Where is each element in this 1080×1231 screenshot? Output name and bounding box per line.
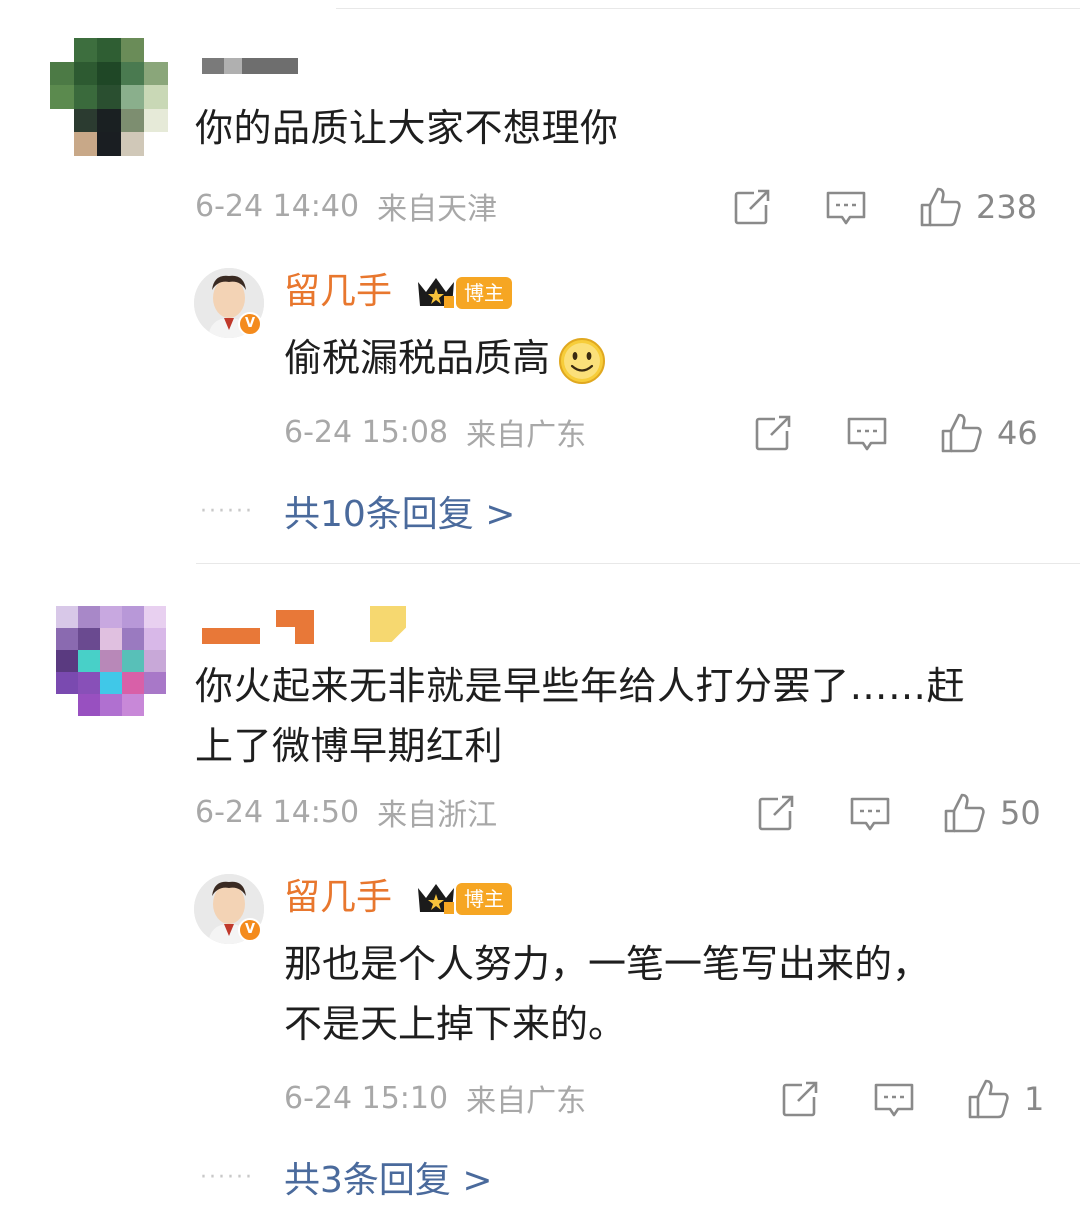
top-divider <box>336 8 1080 9</box>
thumbs-up-icon[interactable] <box>918 185 962 229</box>
verified-v-icon: V <box>238 312 262 336</box>
comment-actions: 50 <box>754 788 1041 838</box>
reply-meta: 6-24 15:10 来自广东 <box>284 1076 586 1120</box>
crown-icon <box>418 278 454 308</box>
more-replies: ······ 共3条回复 > <box>200 1152 493 1202</box>
comment-icon[interactable] <box>845 411 889 455</box>
reply-text-line: 不是天上掉下来的。 <box>284 1002 627 1046</box>
repost-icon[interactable] <box>778 1077 822 1121</box>
reply-text: 偷税漏税品质高 <box>284 328 606 388</box>
repost-icon[interactable] <box>754 791 798 835</box>
comment-text-line: 上了微博早期红利 <box>195 724 504 768</box>
reply-actions: 1 <box>778 1074 1044 1124</box>
host-badge: 博主 <box>456 883 512 915</box>
comment-location: 来自天津 <box>377 192 498 227</box>
comment-text: 你的品质让大家不想理你 <box>195 106 619 150</box>
more-replies-link[interactable]: 共10条回复 > <box>284 485 515 537</box>
like-count: 238 <box>976 188 1038 226</box>
reply-text: 那也是个人努力，一笔一笔写出来的， 不是天上掉下来的。 <box>284 934 930 1054</box>
commenter-name-redacted-blocks <box>202 628 260 644</box>
smile-emoji-icon <box>559 337 606 384</box>
commenter-name-redacted[interactable] <box>202 58 298 74</box>
comment-text: 你火起来无非就是早些年给人打分罢了……赶 上了微博早期红利 <box>195 656 965 776</box>
comment-meta: 6-24 14:50 来自浙江 <box>195 790 497 834</box>
comment-text-line: 你火起来无非就是早些年给人打分罢了……赶 <box>195 664 966 708</box>
reply-location: 来自广东 <box>466 418 587 453</box>
dots-separator: ······ <box>200 498 254 524</box>
commenter-name-redacted-blocks <box>370 606 406 642</box>
thread-divider <box>196 563 1080 564</box>
like-count: 1 <box>1024 1080 1045 1118</box>
comment-icon[interactable] <box>872 1077 916 1121</box>
comment-time: 6-24 14:40 <box>195 188 360 224</box>
comment-location: 来自浙江 <box>377 798 498 833</box>
comment-icon[interactable] <box>824 185 868 229</box>
repost-icon[interactable] <box>730 185 774 229</box>
reply-time: 6-24 15:10 <box>284 1080 449 1116</box>
reply-location: 来自广东 <box>466 1084 587 1119</box>
reply-actions: 46 <box>751 408 1038 458</box>
comment-time: 6-24 14:50 <box>195 794 360 830</box>
comment-icon[interactable] <box>848 791 892 835</box>
commenter-name-redacted-blocks <box>276 610 314 644</box>
reply-author-name[interactable]: 留几手 <box>284 876 392 920</box>
comment-meta: 6-24 14:40 来自天津 <box>195 184 497 228</box>
reply-meta: 6-24 15:08 来自广东 <box>284 410 586 454</box>
comment-actions: 238 <box>730 182 1037 232</box>
reply-time: 6-24 15:08 <box>284 414 449 450</box>
like-count: 46 <box>997 414 1038 452</box>
reply-author-name[interactable]: 留几手 <box>284 270 392 314</box>
repost-icon[interactable] <box>751 411 795 455</box>
like-count: 50 <box>1000 794 1041 832</box>
verified-v-icon: V <box>238 918 262 942</box>
crown-icon <box>418 884 454 914</box>
thumbs-up-icon[interactable] <box>939 411 983 455</box>
thumbs-up-icon[interactable] <box>942 791 986 835</box>
commenter-avatar[interactable] <box>56 606 166 716</box>
more-replies: ······ 共10条回复 > <box>200 486 515 536</box>
dots-separator: ······ <box>200 1164 254 1190</box>
reply-text-line: 那也是个人努力，一笔一笔写出来的， <box>284 942 931 986</box>
reply-text-content: 偷税漏税品质高 <box>284 336 551 380</box>
thumbs-up-icon[interactable] <box>966 1077 1010 1121</box>
more-replies-link[interactable]: 共3条回复 > <box>284 1151 493 1203</box>
commenter-avatar[interactable] <box>50 38 168 156</box>
host-badge: 博主 <box>456 277 512 309</box>
